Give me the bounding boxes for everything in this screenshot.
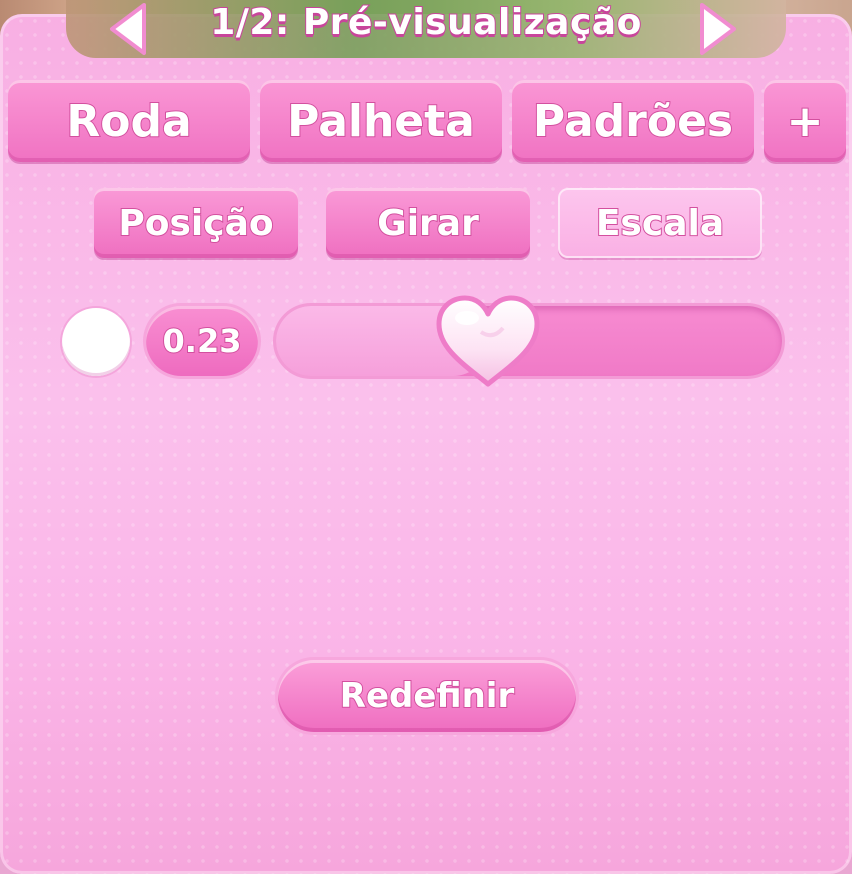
page-title: 1/2: Pré-visualização (209, 1, 642, 44)
tab-more[interactable]: + (764, 80, 846, 162)
chevron-right-icon (700, 3, 736, 55)
subtab-posicao[interactable]: Posição (94, 188, 298, 258)
scale-value-display: 0.23 (146, 306, 258, 376)
color-preview-swatch[interactable] (62, 308, 130, 376)
subtab-escala[interactable]: Escala (558, 188, 762, 258)
reset-button[interactable]: Redefinir (278, 660, 576, 732)
tab-roda[interactable]: Roda (8, 80, 250, 162)
slider-handle[interactable] (433, 292, 543, 390)
subtab-girar[interactable]: Girar (326, 188, 530, 258)
tab-padroes[interactable]: Padrões (512, 80, 754, 162)
tab-palheta[interactable]: Palheta (260, 80, 502, 162)
chevron-left-icon (110, 3, 146, 55)
prev-button[interactable] (104, 0, 156, 58)
title-bar: 1/2: Pré-visualização (66, 0, 786, 58)
next-button[interactable] (690, 0, 742, 58)
heart-icon (436, 295, 540, 387)
scale-slider[interactable] (276, 295, 782, 387)
